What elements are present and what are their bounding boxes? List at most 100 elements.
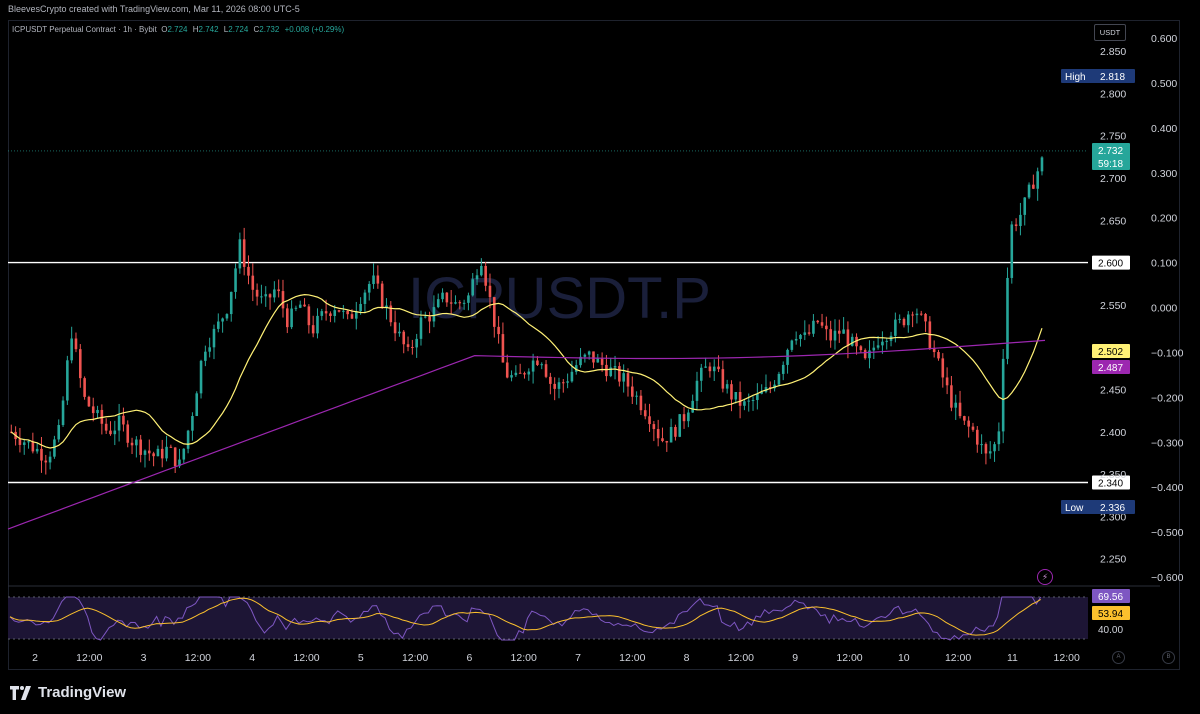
candle-body — [911, 314, 914, 316]
candle-body — [488, 285, 492, 298]
candle-body — [725, 384, 729, 389]
tradingview-logo-icon — [10, 685, 31, 700]
high-value: 2.742 — [198, 25, 219, 34]
time-tick-label: 12:00 — [619, 652, 645, 664]
candle-body — [367, 284, 371, 293]
candle-body — [842, 329, 845, 334]
close-value: 2.732 — [259, 25, 280, 34]
price-tick-label: 2.650 — [1100, 215, 1126, 227]
candle-body — [881, 341, 884, 346]
candle-body — [643, 410, 647, 417]
scale-mode-button[interactable]: B — [1162, 651, 1175, 664]
candle-body — [40, 448, 43, 461]
candle-body — [372, 275, 375, 285]
high-label: H — [192, 25, 199, 34]
candle-body — [794, 338, 798, 341]
candle-body — [751, 399, 755, 401]
alert-bolt-icon[interactable]: ⚡ — [1037, 569, 1053, 585]
price-tick-label: 2.450 — [1100, 384, 1126, 396]
candle-body — [613, 366, 617, 368]
change-value: +0.008 (+0.29%) — [284, 25, 345, 34]
candle-body — [678, 414, 682, 437]
candle-body — [126, 424, 130, 443]
candle-body — [48, 456, 52, 463]
candle-body — [1036, 171, 1039, 189]
price-tick-label: 2.750 — [1100, 131, 1126, 143]
candle-body — [1027, 184, 1031, 198]
candle-body — [600, 358, 604, 365]
candle-body — [846, 329, 850, 346]
candle-body — [700, 367, 703, 381]
low-tag-value: 2.336 — [1100, 503, 1125, 514]
candle-body — [22, 442, 26, 445]
footer — [0, 670, 1200, 714]
candle-body — [44, 460, 48, 463]
price-tick-label: 2.400 — [1100, 427, 1126, 439]
candle-body — [963, 416, 966, 421]
candle-body — [562, 382, 565, 384]
candle-body — [212, 328, 216, 348]
low-tag-label: Low — [1065, 503, 1084, 514]
candle-body — [816, 320, 820, 323]
candle-body — [518, 372, 522, 374]
candle-body — [406, 344, 410, 347]
candle-body — [635, 395, 638, 397]
candle-body — [359, 303, 362, 312]
candle-body — [294, 307, 298, 309]
candle-body — [402, 331, 406, 345]
candle-body — [57, 425, 61, 440]
low-value: 2.724 — [228, 25, 249, 34]
candle-body — [868, 350, 871, 359]
candle-body — [268, 294, 272, 298]
candle-body — [436, 299, 440, 308]
auto-scale-button[interactable]: A — [1112, 651, 1125, 664]
candle-body — [1014, 224, 1018, 226]
candle-body — [311, 325, 315, 334]
candle-body — [130, 442, 134, 446]
percent-tick-label: −0.600 — [1151, 572, 1184, 584]
candle-body — [411, 346, 414, 348]
candle-body — [139, 439, 142, 455]
candle-body — [825, 325, 828, 330]
candle-body — [204, 351, 207, 361]
candle-body — [329, 313, 332, 316]
price-tick-label: 2.800 — [1100, 88, 1126, 100]
candle-body — [932, 348, 936, 353]
time-tick-label: 10 — [898, 652, 910, 664]
candle-body — [320, 311, 324, 316]
candle-body — [924, 313, 927, 322]
price-tick-label: 2.550 — [1100, 300, 1126, 312]
time-tick-label: 3 — [141, 652, 147, 664]
candle-body — [66, 360, 69, 401]
candle-body — [35, 448, 39, 452]
price-chart[interactable]: ICPUSDT.P2.6002.3402.8502.8002.7502.7002… — [0, 0, 1200, 714]
candle-body — [799, 334, 802, 339]
candle-body — [950, 385, 953, 408]
candle-body — [777, 373, 781, 385]
candle-body — [497, 326, 500, 335]
candle-body — [820, 322, 824, 326]
candle-body — [838, 330, 841, 334]
candle-body — [570, 371, 574, 382]
time-tick-label: 12:00 — [728, 652, 754, 664]
candle-body — [531, 360, 535, 372]
currency-selector[interactable]: USDT — [1094, 24, 1126, 41]
percent-tick-label: −0.500 — [1151, 527, 1184, 539]
candle-body — [618, 366, 621, 382]
candle-body — [264, 294, 268, 297]
candle-body — [31, 441, 35, 452]
candle-body — [756, 393, 759, 400]
candle-body — [691, 400, 694, 413]
candle-body — [790, 340, 794, 350]
candle-body — [169, 446, 173, 448]
tradingview-logo[interactable]: TradingView — [10, 684, 126, 701]
candle-body — [876, 345, 880, 348]
candle-body — [661, 438, 664, 442]
candle-body — [346, 310, 349, 315]
candle-body — [286, 308, 289, 328]
time-tick-label: 9 — [792, 652, 798, 664]
candle-body — [544, 364, 548, 377]
candle-body — [152, 453, 155, 457]
candle-body — [424, 316, 427, 318]
percent-tick-label: −0.100 — [1151, 347, 1184, 359]
